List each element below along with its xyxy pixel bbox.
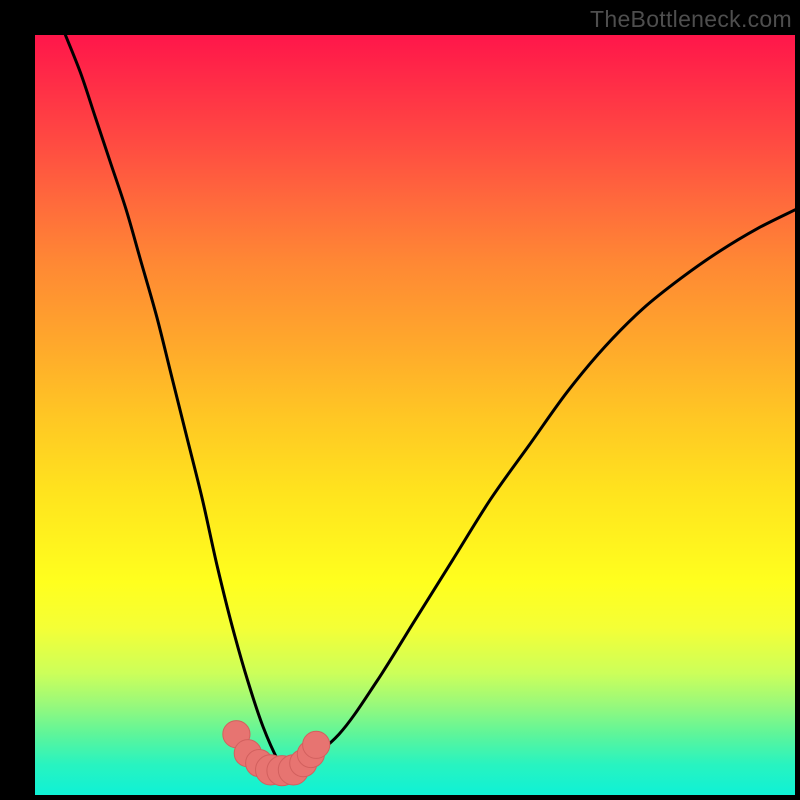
curve-marker [303, 731, 330, 758]
watermark-label: TheBottleneck.com [590, 6, 792, 33]
curve-line [65, 35, 795, 770]
chart-svg [35, 35, 795, 795]
plot-area [35, 35, 795, 795]
bottleneck-curve-path [65, 35, 795, 770]
chart-frame: TheBottleneck.com [0, 0, 800, 800]
curve-markers [223, 721, 330, 786]
